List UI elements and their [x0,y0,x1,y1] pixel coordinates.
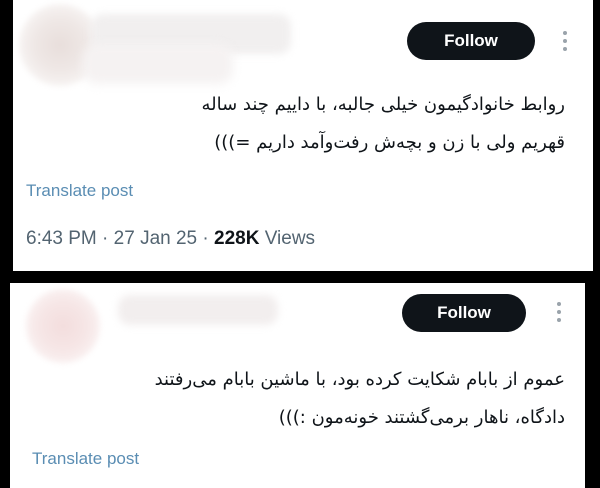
tweet-time[interactable]: 6:43 PM [26,228,97,249]
views-count[interactable]: 228K [214,228,259,249]
tweet-text: روابط خانوادگیمون خیلی جالبه، با داییم چ… [45,86,565,162]
tweet-card-1: Follow روابط خانوادگیمون خیلی جالبه، با … [13,0,593,271]
follow-button[interactable]: Follow [407,22,535,60]
translate-post-link[interactable]: Translate post [32,449,139,469]
follow-button[interactable]: Follow [402,294,526,332]
tweet-meta: 6:43 PM · 27 Jan 25 · 228K Views [26,228,315,250]
more-vertical-icon[interactable] [557,302,561,322]
blurred-author-handle [83,44,233,84]
tweet-text: عموم از بابام شکایت کرده بود، با ماشین ب… [45,361,565,437]
tweet-card-2: Follow عموم از بابام شکایت کرده بود، با … [10,283,585,488]
tweet-text-line: عموم از بابام شکایت کرده بود، با ماشین ب… [154,369,565,390]
tweet-text-line: روابط خانوادگیمون خیلی جالبه، با داییم چ… [201,94,565,115]
views-label[interactable]: Views [265,228,315,249]
meta-separator: · [202,228,209,249]
tweet-text-line: دادگاه، ناهار برمی‌گشتند خونه‌مون :))) [278,407,565,428]
tweet-date[interactable]: 27 Jan 25 [114,228,197,249]
tweet-text-line: قهریم ولی با زن و بچه‌ش رفت‌وآمد داریم =… [214,132,565,153]
avatar[interactable] [26,289,100,363]
translate-post-link[interactable]: Translate post [26,181,133,201]
more-vertical-icon[interactable] [563,31,567,51]
meta-separator: · [102,228,109,249]
blurred-author-name [118,295,278,325]
